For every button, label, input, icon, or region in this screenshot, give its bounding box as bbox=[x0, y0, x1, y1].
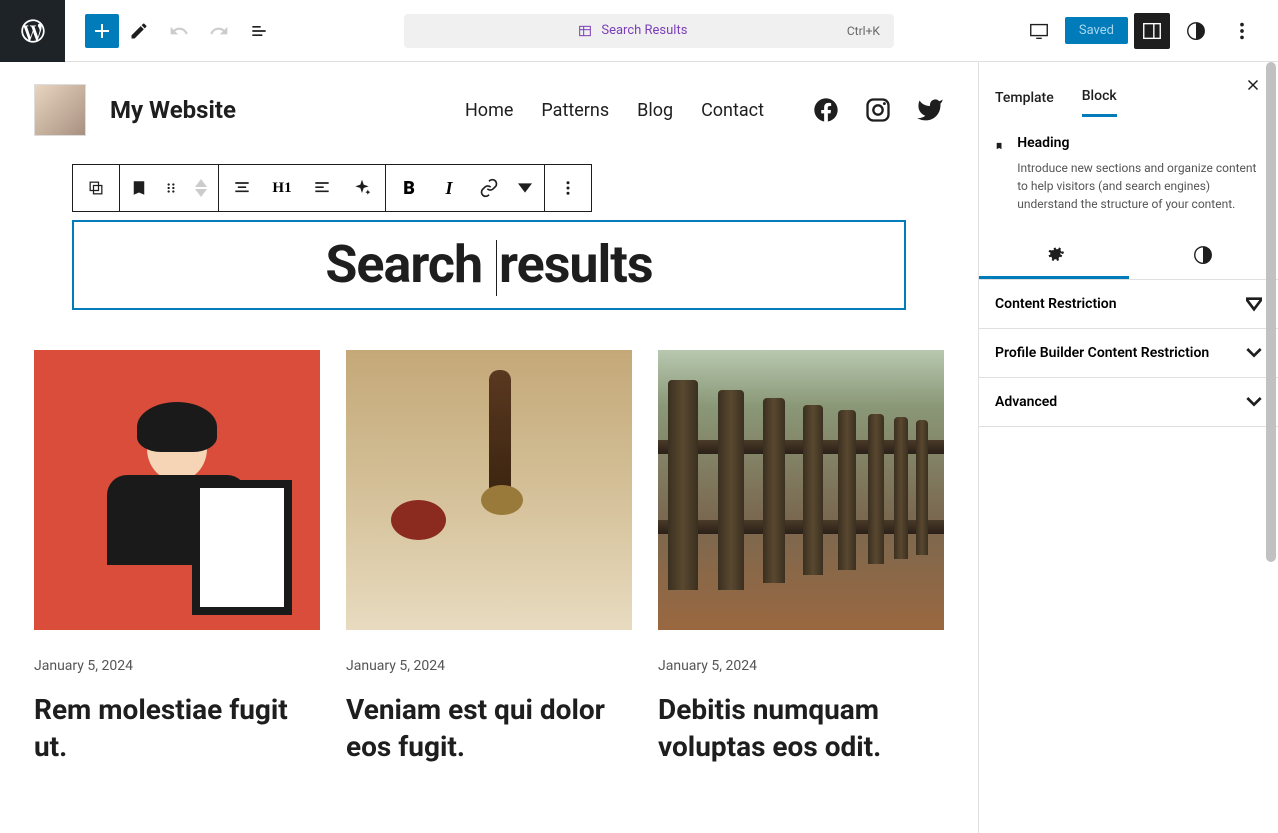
block-type-name: Heading bbox=[1017, 135, 1262, 151]
chevron-down-icon bbox=[1246, 296, 1262, 312]
heading-block-icon bbox=[995, 135, 1003, 157]
settings-panel-button[interactable] bbox=[1134, 13, 1170, 49]
document-overview-button[interactable] bbox=[239, 11, 279, 51]
heading-text-after: results bbox=[499, 234, 653, 295]
save-button[interactable]: Saved bbox=[1065, 17, 1128, 44]
post-date: January 5, 2024 bbox=[34, 658, 320, 674]
heading-block[interactable]: Search results bbox=[72, 220, 906, 310]
select-parent-button[interactable] bbox=[76, 165, 116, 211]
post-card[interactable]: January 5, 2024 Debitis numquam voluptas… bbox=[658, 350, 944, 765]
nav-link-contact[interactable]: Contact bbox=[701, 100, 764, 121]
settings-tab-settings[interactable] bbox=[979, 231, 1129, 279]
nav-link-patterns[interactable]: Patterns bbox=[541, 100, 609, 121]
add-block-button[interactable] bbox=[85, 14, 119, 48]
view-button[interactable] bbox=[1019, 11, 1059, 51]
post-featured-image[interactable] bbox=[34, 350, 320, 630]
block-toolbar: H1 B I bbox=[72, 164, 592, 212]
instagram-icon[interactable] bbox=[864, 96, 892, 124]
tab-template[interactable]: Template bbox=[995, 80, 1054, 116]
close-sidebar-button[interactable] bbox=[1244, 76, 1262, 98]
redo-button[interactable] bbox=[199, 11, 239, 51]
nav-link-blog[interactable]: Blog bbox=[637, 100, 673, 121]
chevron-down-icon bbox=[1246, 394, 1262, 410]
post-title[interactable]: Debitis numquam voluptas eos odit. bbox=[658, 692, 944, 765]
search-shortcut: Ctrl+K bbox=[847, 24, 880, 38]
block-type-icon[interactable] bbox=[123, 165, 155, 211]
styles-button[interactable] bbox=[1176, 11, 1216, 51]
post-featured-image[interactable] bbox=[658, 350, 944, 630]
link-button[interactable] bbox=[469, 165, 509, 211]
top-toolbar: Search Results Ctrl+K Saved bbox=[0, 0, 1278, 62]
settings-tab-styles[interactable] bbox=[1129, 231, 1278, 279]
more-options-button[interactable] bbox=[1222, 11, 1262, 51]
panel-advanced[interactable]: Advanced bbox=[979, 378, 1278, 427]
command-search[interactable]: Search Results Ctrl+K bbox=[279, 14, 1019, 48]
align-button[interactable] bbox=[222, 165, 262, 211]
post-date: January 5, 2024 bbox=[658, 658, 944, 674]
panel-profile-builder[interactable]: Profile Builder Content Restriction bbox=[979, 329, 1278, 378]
more-formatting-button[interactable] bbox=[509, 165, 541, 211]
panel-content-restriction[interactable]: Content Restriction bbox=[979, 280, 1278, 329]
ai-sparkle-button[interactable] bbox=[342, 165, 382, 211]
bold-button[interactable]: B bbox=[389, 165, 429, 211]
post-card[interactable]: January 5, 2024 Rem molestiae fugit ut. bbox=[34, 350, 320, 765]
move-arrows[interactable] bbox=[187, 179, 215, 197]
edit-tool-button[interactable] bbox=[119, 11, 159, 51]
italic-button[interactable]: I bbox=[429, 165, 469, 211]
post-card[interactable]: January 5, 2024 Veniam est qui dolor eos… bbox=[346, 350, 632, 765]
text-cursor bbox=[496, 240, 497, 296]
heading-level-button[interactable]: H1 bbox=[262, 165, 302, 211]
block-options-button[interactable] bbox=[548, 165, 588, 211]
twitter-icon[interactable] bbox=[916, 96, 944, 124]
search-label: Search Results bbox=[601, 23, 687, 38]
editor-canvas[interactable]: My Website Home Patterns Blog Contact bbox=[0, 62, 978, 833]
heading-text-before: Search bbox=[325, 234, 494, 295]
site-logo[interactable] bbox=[34, 84, 86, 136]
post-title[interactable]: Veniam est qui dolor eos fugit. bbox=[346, 692, 632, 765]
chevron-down-icon bbox=[1246, 345, 1262, 361]
block-description: Introduce new sections and organize cont… bbox=[1017, 159, 1262, 213]
nav-link-home[interactable]: Home bbox=[465, 100, 513, 121]
site-title[interactable]: My Website bbox=[110, 96, 236, 124]
post-title[interactable]: Rem molestiae fugit ut. bbox=[34, 692, 320, 765]
wordpress-logo[interactable] bbox=[0, 0, 65, 62]
settings-sidebar: Template Block Heading Introduce new sec… bbox=[978, 62, 1278, 833]
posts-grid: January 5, 2024 Rem molestiae fugit ut. … bbox=[34, 350, 944, 765]
site-header: My Website Home Patterns Blog Contact bbox=[34, 84, 944, 136]
undo-button[interactable] bbox=[159, 11, 199, 51]
post-date: January 5, 2024 bbox=[346, 658, 632, 674]
scrollbar-thumb[interactable] bbox=[1266, 62, 1276, 562]
post-featured-image[interactable] bbox=[346, 350, 632, 630]
drag-handle-icon[interactable] bbox=[155, 165, 187, 211]
text-align-button[interactable] bbox=[302, 165, 342, 211]
facebook-icon[interactable] bbox=[812, 96, 840, 124]
tab-block[interactable]: Block bbox=[1082, 78, 1117, 117]
